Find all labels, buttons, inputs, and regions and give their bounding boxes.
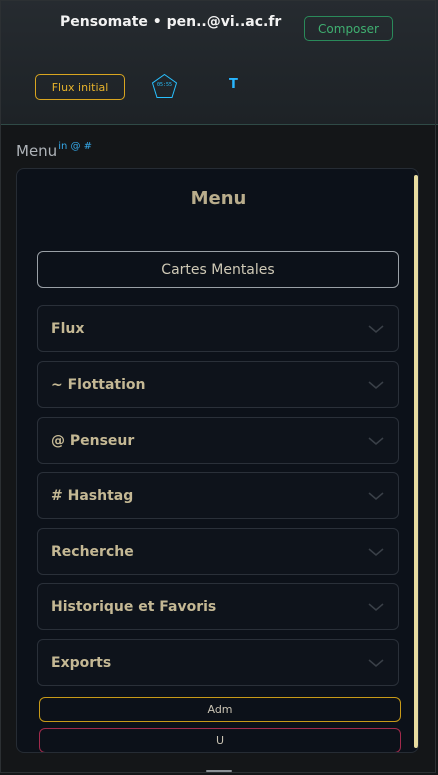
u-button[interactable]: U (39, 728, 401, 752)
menu-panel: Menu Cartes Mentales Flux ~ Flottation @… (16, 168, 419, 753)
flux-initial-button[interactable]: Flux initial (35, 74, 125, 100)
accordion-flottation[interactable]: ~ Flottation (37, 361, 399, 408)
chevron-down-icon (368, 602, 384, 611)
adm-button[interactable]: Adm (39, 697, 401, 722)
chevron-down-icon (368, 658, 384, 667)
chevron-down-icon (368, 324, 384, 333)
accordion-label: Flux (51, 320, 85, 337)
compose-button[interactable]: Composer (304, 16, 393, 41)
menu-caption-superscript: in @ # (58, 141, 93, 152)
accordion-label: Exports (51, 654, 112, 671)
accordion-exports[interactable]: Exports (37, 639, 399, 686)
bottom-drag-handle[interactable] (206, 770, 232, 772)
accordion-hashtag[interactable]: # Hashtag (37, 472, 399, 519)
timer-text: 05:55 (156, 82, 173, 88)
accordion-label: Historique et Favoris (51, 598, 217, 615)
t-button[interactable]: T (229, 77, 238, 92)
chevron-down-icon (368, 491, 384, 500)
accordion-label: @ Penseur (51, 432, 135, 449)
chevron-down-icon (368, 547, 384, 556)
accordion-recherche[interactable]: Recherche (37, 528, 399, 575)
chevron-down-icon (368, 436, 384, 445)
accordion-penseur[interactable]: @ Penseur (37, 417, 399, 464)
mind-maps-button[interactable]: Cartes Mentales (37, 251, 399, 288)
accordion-label: ~ Flottation (51, 376, 146, 393)
top-header: Pensomate • pen..@vi..ac.fr Composer Flu… (0, 0, 438, 125)
panel-scrollbar[interactable] (414, 175, 418, 748)
accordion-label: Recherche (51, 543, 134, 560)
accordion-label: # Hashtag (51, 487, 134, 504)
pentagon-timer-icon[interactable]: 05:55 (151, 73, 178, 99)
panel-title: Menu (190, 188, 247, 209)
app-title: Pensomate • pen..@vi..ac.fr (60, 14, 282, 30)
accordion-flux[interactable]: Flux (37, 305, 399, 352)
menu-caption: Menuin @ # (16, 141, 92, 160)
chevron-down-icon (368, 380, 384, 389)
menu-caption-label: Menu (16, 142, 58, 160)
accordion-historique-favoris[interactable]: Historique et Favoris (37, 583, 399, 630)
